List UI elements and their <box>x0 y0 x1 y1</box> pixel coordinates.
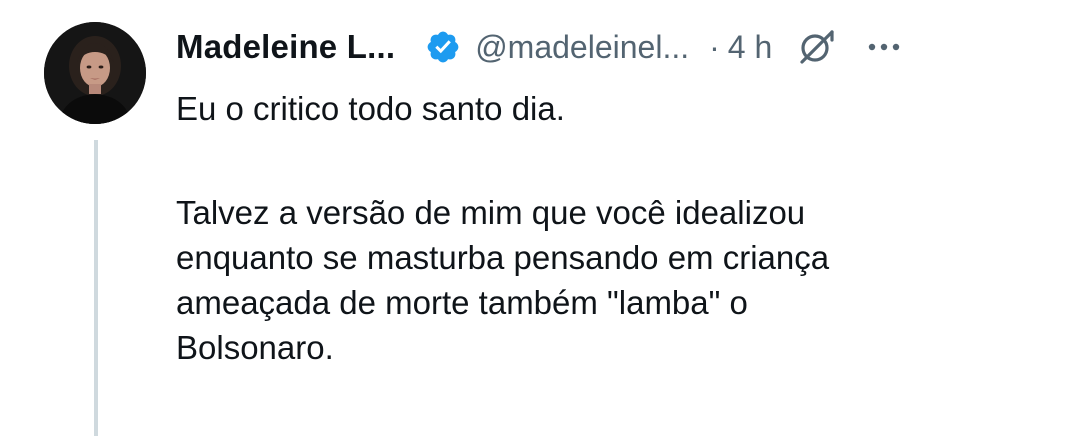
avatar[interactable] <box>44 22 146 124</box>
tweet-header: Madeleine L... @madeleinel... · 4 h <box>176 24 1056 70</box>
timestamp[interactable]: 4 h <box>728 29 772 66</box>
author-handle[interactable]: @madeleinel... <box>475 29 689 66</box>
tweet-text-line: Eu o critico todo santo dia. <box>176 90 565 127</box>
author-name[interactable]: Madeleine L... <box>176 28 395 66</box>
verified-badge-icon[interactable] <box>425 29 461 65</box>
tweet-text-line: ameaçada de morte também "lamba" o <box>176 284 748 321</box>
tweet-text: Eu o critico todo santo dia. Talvez a ve… <box>176 86 1056 370</box>
avatar-image <box>44 22 146 124</box>
separator-dot: · <box>709 28 720 65</box>
grok-icon[interactable] <box>796 26 838 68</box>
thread-connector-line <box>94 140 98 436</box>
tweet-text-line: enquanto se masturba pensando em criança <box>176 239 830 276</box>
tweet-text-line: Bolsonaro. <box>176 329 334 366</box>
more-options-icon[interactable] <box>864 27 904 67</box>
tweet-text-line: Talvez a versão de mim que você idealizo… <box>176 194 806 231</box>
